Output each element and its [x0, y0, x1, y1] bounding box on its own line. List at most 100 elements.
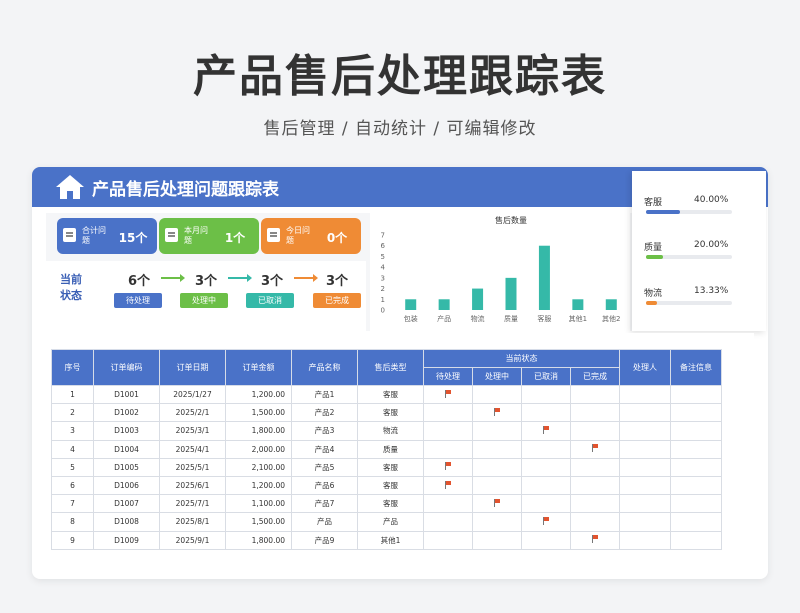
- cell-amount[interactable]: 1,800.00: [225, 530, 292, 550]
- cell-type[interactable]: 其他1: [357, 530, 424, 550]
- cell-note[interactable]: [670, 384, 722, 405]
- cell-type[interactable]: 客服: [357, 403, 424, 423]
- cell-amount[interactable]: 1,200.00: [225, 384, 292, 405]
- cell-status-3[interactable]: [570, 421, 620, 441]
- cell-handler[interactable]: [619, 475, 671, 496]
- cell-amount[interactable]: 1,500.00: [225, 403, 292, 423]
- cell-note[interactable]: [670, 494, 722, 514]
- cell-handler[interactable]: [619, 512, 671, 532]
- tile-today-issues[interactable]: 今日问题 0个: [261, 218, 361, 254]
- cell-product[interactable]: 产品3: [291, 421, 358, 441]
- cell-seq[interactable]: 9: [51, 530, 94, 550]
- cell-product[interactable]: 产品: [291, 512, 358, 532]
- cell-date[interactable]: 2025/7/1: [159, 494, 226, 514]
- cell-handler[interactable]: [619, 421, 671, 441]
- cell-note[interactable]: [670, 530, 722, 550]
- cell-date[interactable]: 2025/1/27: [159, 384, 226, 405]
- cell-product[interactable]: 产品9: [291, 530, 358, 550]
- table-row[interactable]: 9 D1009 2025/9/1 1,800.00 产品9 其他1: [51, 530, 722, 550]
- cell-handler[interactable]: [619, 457, 671, 477]
- cell-order[interactable]: D1009: [93, 530, 160, 550]
- cell-date[interactable]: 2025/6/1: [159, 475, 226, 496]
- cell-status-3[interactable]: [570, 403, 620, 423]
- tile-month-issues[interactable]: 本月问题 1个: [159, 218, 259, 254]
- cell-date[interactable]: 2025/4/1: [159, 439, 226, 459]
- cell-status-0[interactable]: [423, 384, 473, 405]
- cell-status-0[interactable]: [423, 530, 473, 550]
- cell-order[interactable]: D1004: [93, 439, 160, 459]
- cell-seq[interactable]: 3: [51, 421, 94, 441]
- cell-status-2[interactable]: [521, 421, 571, 441]
- cell-note[interactable]: [670, 421, 722, 441]
- cell-note[interactable]: [670, 512, 722, 532]
- table-row[interactable]: 5 D1005 2025/5/1 2,100.00 产品5 客服: [51, 457, 722, 477]
- cell-product[interactable]: 产品5: [291, 457, 358, 477]
- cell-order[interactable]: D1003: [93, 421, 160, 441]
- table-row[interactable]: 3 D1003 2025/3/1 1,800.00 产品3 物流: [51, 421, 722, 441]
- cell-handler[interactable]: [619, 403, 671, 423]
- cell-amount[interactable]: 1,500.00: [225, 512, 292, 532]
- cell-type[interactable]: 客服: [357, 494, 424, 514]
- cell-status-1[interactable]: [472, 384, 522, 405]
- cell-status-1[interactable]: [472, 421, 522, 441]
- cell-order[interactable]: D1007: [93, 494, 160, 514]
- cell-note[interactable]: [670, 457, 722, 477]
- cell-note[interactable]: [670, 475, 722, 496]
- cell-amount[interactable]: 1,800.00: [225, 421, 292, 441]
- cell-order[interactable]: D1001: [93, 384, 160, 405]
- cell-seq[interactable]: 7: [51, 494, 94, 514]
- cell-handler[interactable]: [619, 530, 671, 550]
- cell-date[interactable]: 2025/8/1: [159, 512, 226, 532]
- cell-note[interactable]: [670, 439, 722, 459]
- cell-status-3[interactable]: [570, 384, 620, 405]
- cell-type[interactable]: 客服: [357, 457, 424, 477]
- table-row[interactable]: 2 D1002 2025/2/1 1,500.00 产品2 客服: [51, 403, 722, 423]
- table-row[interactable]: 4 D1004 2025/4/1 2,000.00 产品4 质量: [51, 439, 722, 459]
- cell-type[interactable]: 客服: [357, 384, 424, 405]
- cell-type[interactable]: 物流: [357, 421, 424, 441]
- cell-status-0[interactable]: [423, 494, 473, 514]
- cell-status-3[interactable]: [570, 457, 620, 477]
- cell-type[interactable]: 客服: [357, 475, 424, 496]
- cell-handler[interactable]: [619, 439, 671, 459]
- cell-type[interactable]: 质量: [357, 439, 424, 459]
- cell-status-1[interactable]: [472, 457, 522, 477]
- cell-amount[interactable]: 1,200.00: [225, 475, 292, 496]
- cell-status-2[interactable]: [521, 475, 571, 496]
- cell-handler[interactable]: [619, 384, 671, 405]
- cell-amount[interactable]: 2,000.00: [225, 439, 292, 459]
- cell-date[interactable]: 2025/9/1: [159, 530, 226, 550]
- cell-status-3[interactable]: [570, 475, 620, 496]
- table-row[interactable]: 1 D1001 2025/1/27 1,200.00 产品1 客服: [51, 384, 722, 405]
- cell-status-0[interactable]: [423, 512, 473, 532]
- cell-product[interactable]: 产品7: [291, 494, 358, 514]
- cell-status-0[interactable]: [423, 403, 473, 423]
- cell-status-1[interactable]: [472, 475, 522, 496]
- table-row[interactable]: 8 D1008 2025/8/1 1,500.00 产品 产品: [51, 512, 722, 532]
- cell-status-1[interactable]: [472, 439, 522, 459]
- cell-status-2[interactable]: [521, 384, 571, 405]
- cell-seq[interactable]: 1: [51, 384, 94, 405]
- cell-status-2[interactable]: [521, 512, 571, 532]
- tile-total-issues[interactable]: 合计问题 15个: [57, 218, 157, 254]
- cell-date[interactable]: 2025/5/1: [159, 457, 226, 477]
- cell-order[interactable]: D1006: [93, 475, 160, 496]
- cell-status-2[interactable]: [521, 457, 571, 477]
- cell-order[interactable]: D1002: [93, 403, 160, 423]
- table-row[interactable]: 6 D1006 2025/6/1 1,200.00 产品6 客服: [51, 475, 722, 496]
- cell-note[interactable]: [670, 403, 722, 423]
- cell-status-2[interactable]: [521, 403, 571, 423]
- cell-order[interactable]: D1008: [93, 512, 160, 532]
- cell-status-3[interactable]: [570, 494, 620, 514]
- cell-type[interactable]: 产品: [357, 512, 424, 532]
- cell-status-2[interactable]: [521, 494, 571, 514]
- cell-status-3[interactable]: [570, 530, 620, 550]
- cell-seq[interactable]: 5: [51, 457, 94, 477]
- cell-seq[interactable]: 4: [51, 439, 94, 459]
- cell-status-2[interactable]: [521, 530, 571, 550]
- cell-seq[interactable]: 8: [51, 512, 94, 532]
- cell-status-1[interactable]: [472, 403, 522, 423]
- cell-status-2[interactable]: [521, 439, 571, 459]
- cell-status-3[interactable]: [570, 512, 620, 532]
- cell-status-3[interactable]: [570, 439, 620, 459]
